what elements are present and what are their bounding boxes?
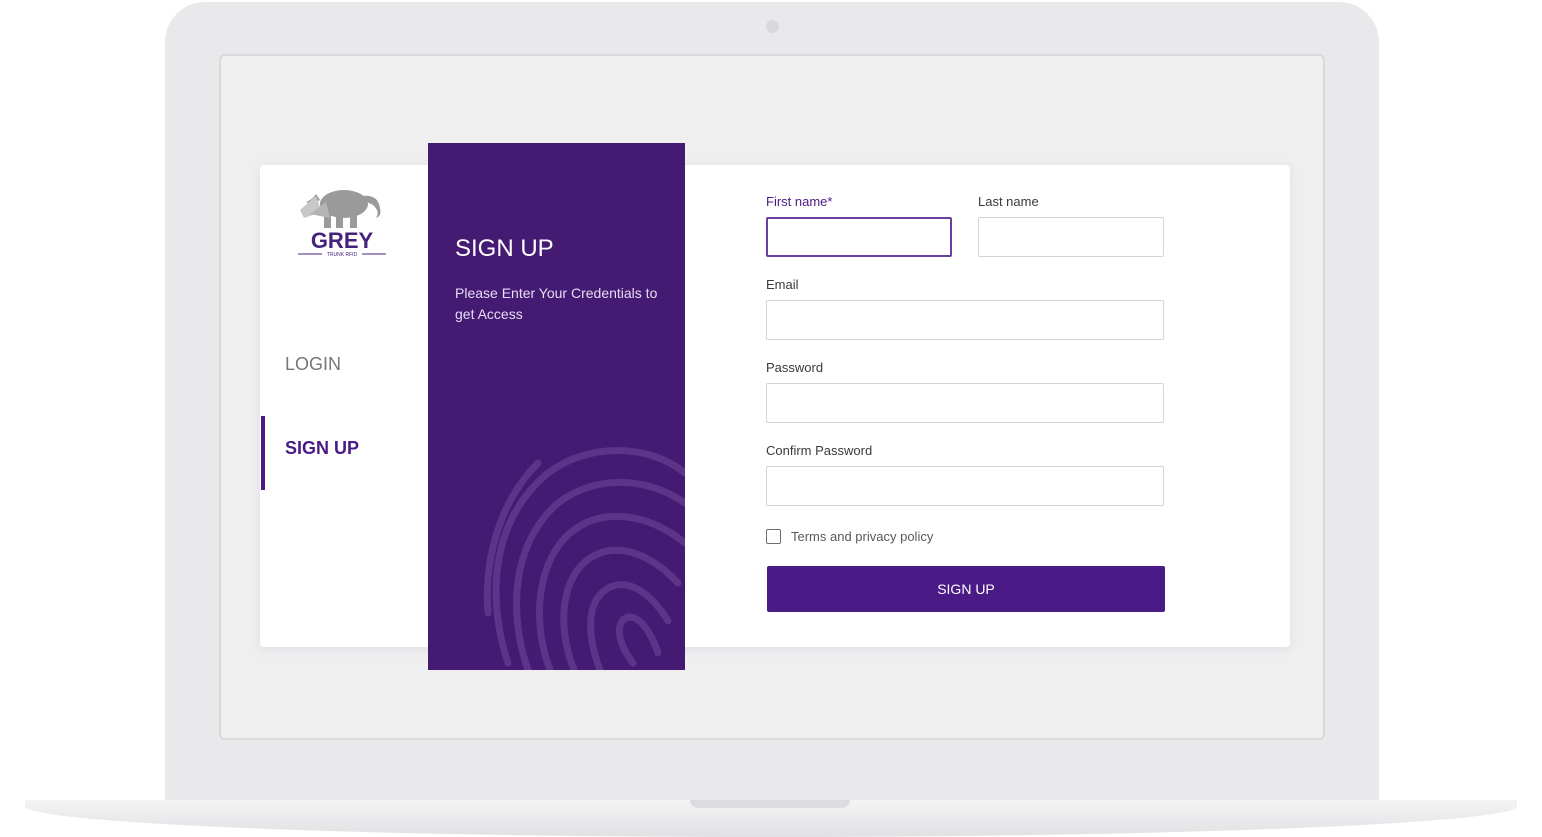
nav-login[interactable]: LOGIN <box>285 354 341 375</box>
last-name-label: Last name <box>978 194 1039 209</box>
first-name-input[interactable] <box>766 217 952 257</box>
fingerprint-icon <box>483 447 685 670</box>
signup-button[interactable]: SIGN UP <box>767 566 1165 612</box>
email-input[interactable] <box>766 300 1164 340</box>
password-label: Password <box>766 360 824 375</box>
logo: GREY TRUNK RFID <box>292 182 392 262</box>
laptop-notch <box>690 800 850 808</box>
first-name-label: First name* <box>766 194 833 209</box>
svg-text:TRUNK RFID: TRUNK RFID <box>327 252 358 258</box>
active-indicator <box>261 416 265 490</box>
camera-icon <box>766 20 779 33</box>
svg-text:GREY: GREY <box>311 228 374 253</box>
elephant-icon: GREY TRUNK RFID <box>298 190 386 258</box>
signup-panel: SIGN UP Please Enter Your Credentials to… <box>428 143 685 670</box>
terms-checkbox[interactable] <box>766 529 781 544</box>
terms-label[interactable]: Terms and privacy policy <box>791 529 933 544</box>
email-label: Email <box>766 277 799 292</box>
password-input[interactable] <box>766 383 1164 423</box>
last-name-input[interactable] <box>978 217 1164 257</box>
nav-signup[interactable]: SIGN UP <box>285 438 359 459</box>
confirm-password-input[interactable] <box>766 466 1164 506</box>
confirm-password-label: Confirm Password <box>766 443 873 458</box>
